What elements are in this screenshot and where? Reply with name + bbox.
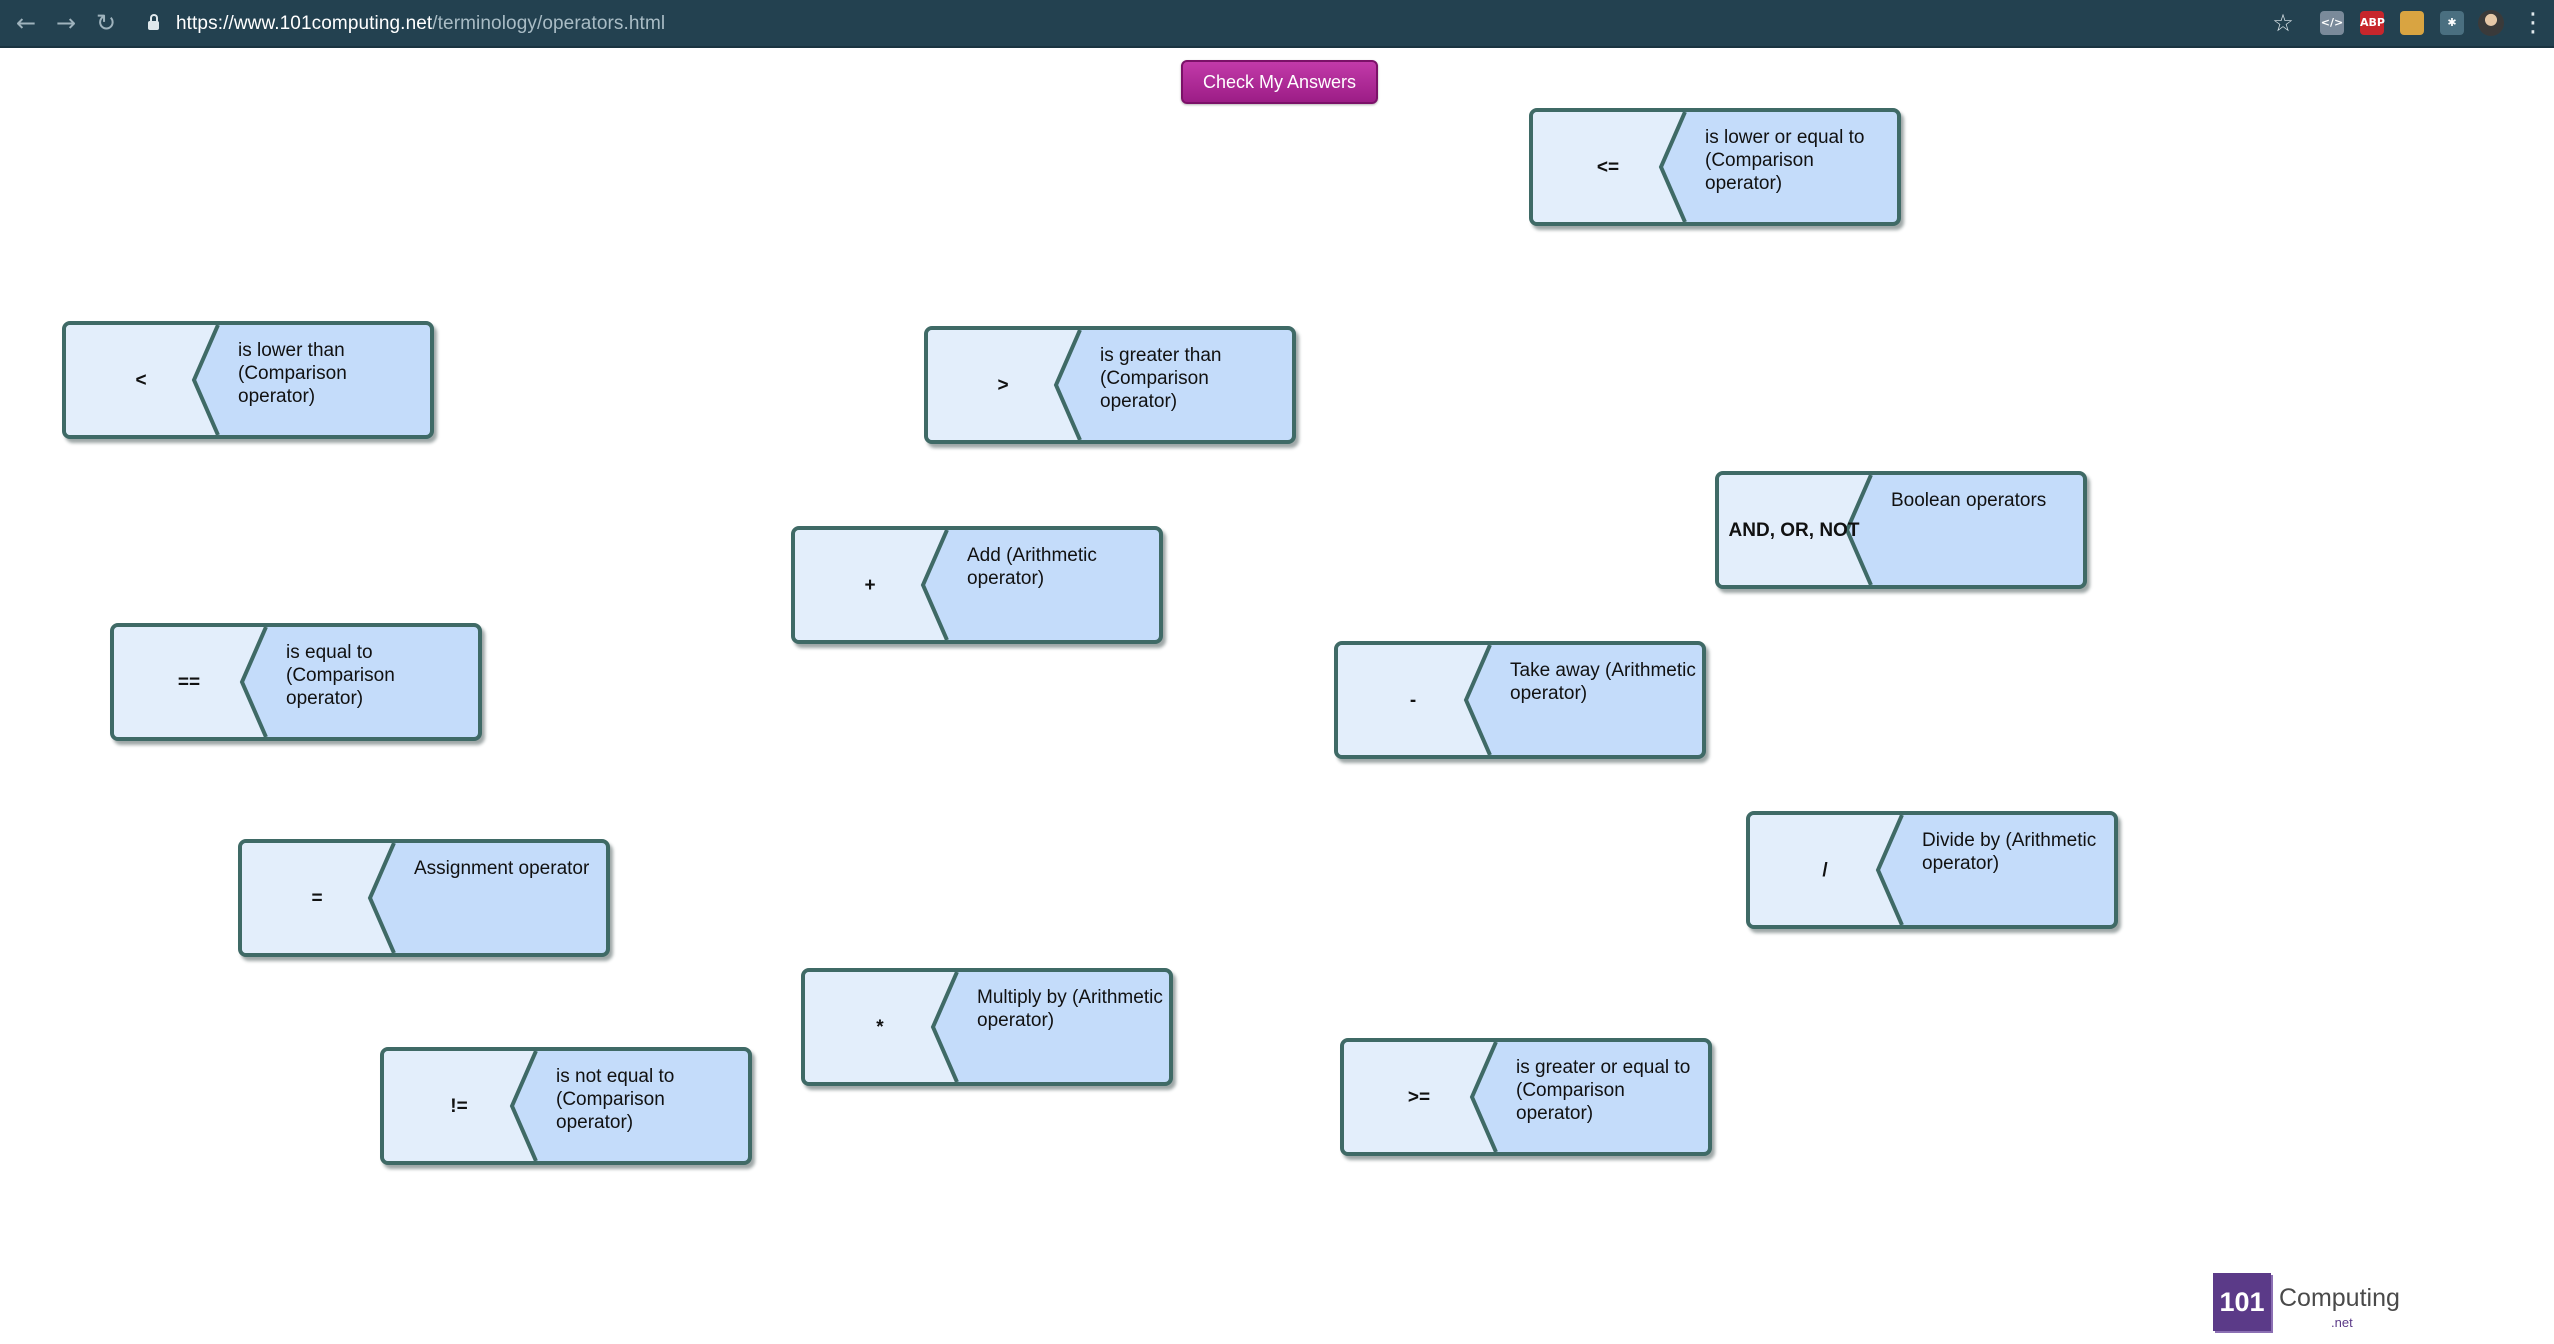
card-description: is greater or equal to (Comparison opera… [1516, 1057, 1691, 1124]
operator-card[interactable]: != is not equal to (Comparison operator) [380, 1047, 752, 1165]
kebab-menu-icon[interactable]: ⋮ [2520, 7, 2546, 39]
card-symbol: != [450, 1095, 468, 1117]
back-arrow-icon[interactable]: ← [10, 7, 42, 39]
card-description: is lower or equal to (Comparison operato… [1705, 127, 1865, 194]
card-symbol: <= [1596, 156, 1620, 178]
bookmark-star-icon[interactable]: ☆ [2268, 7, 2298, 39]
operator-card[interactable]: > is greater than (Comparison operator) [924, 326, 1296, 444]
operator-card[interactable]: AND, OR, NOT Boolean operators [1715, 471, 2087, 589]
logo-word: Computing [2279, 1284, 2400, 1312]
card-symbol: > [997, 374, 1009, 396]
operator-card[interactable]: <= is lower or equal to (Comparison oper… [1529, 108, 1901, 226]
card-symbol: + [864, 574, 876, 596]
card-description: Divide by (Arithmetic operator) [1922, 830, 2097, 874]
operator-card[interactable]: == is equal to (Comparison operator) [110, 623, 482, 741]
card-symbol: AND, OR, NOT [1728, 519, 1860, 541]
card-description: Assignment operator [414, 858, 590, 879]
card-symbol: < [135, 369, 147, 391]
operator-card[interactable]: < is lower than (Comparison operator) [62, 321, 434, 439]
operator-card[interactable]: / Divide by (Arithmetic operator) [1746, 811, 2118, 929]
extension-3-icon[interactable] [2400, 11, 2424, 35]
operator-card[interactable]: * Multiply by (Arithmetic operator) [801, 968, 1173, 1086]
card-description: Take away (Arithmetic operator) [1510, 660, 1696, 704]
operator-card[interactable]: >= is greater or equal to (Comparison op… [1340, 1038, 1712, 1156]
code-extension-icon[interactable]: </> [2320, 11, 2344, 35]
forward-arrow-icon[interactable]: → [50, 7, 82, 39]
card-symbol: = [311, 887, 323, 909]
card-description: is greater than (Comparison operator) [1100, 345, 1222, 412]
url-text[interactable]: https://www.101computing.net/terminology… [176, 13, 665, 35]
operator-card[interactable]: - Take away (Arithmetic operator) [1334, 641, 1706, 759]
lock-icon[interactable] [148, 14, 159, 30]
card-description: Multiply by (Arithmetic operator) [977, 987, 1163, 1031]
url-host: https://www.101computing.net [176, 13, 433, 34]
card-description: is equal to (Comparison operator) [286, 642, 395, 709]
url-path: /terminology/operators.html [432, 13, 666, 34]
card-description: Add (Arithmetic operator) [967, 545, 1097, 589]
operator-card[interactable]: + Add (Arithmetic operator) [791, 526, 1163, 644]
card-description: is not equal to (Comparison operator) [556, 1066, 675, 1133]
card-description: is lower than (Comparison operator) [238, 340, 347, 407]
card-symbol: == [177, 671, 201, 693]
card-symbol: - [1409, 689, 1417, 711]
card-symbol: * [876, 1016, 884, 1038]
puzzle-icon[interactable]: ✱ [2440, 11, 2464, 35]
operator-card[interactable]: = Assignment operator [238, 839, 610, 957]
card-description: Boolean operators [1891, 490, 2047, 511]
logo-suffix: .net [2331, 1315, 2353, 1330]
adblock-icon[interactable]: ABP [2360, 11, 2385, 35]
profile-avatar[interactable] [2478, 10, 2504, 36]
address-bar[interactable]: https://www.101computing.net/terminology… [138, 4, 2288, 42]
card-symbol: >= [1407, 1086, 1431, 1108]
check-answers-button[interactable]: Check My Answers [1181, 60, 1378, 104]
logo-number: 101 [2213, 1273, 2271, 1331]
card-symbol: / [1822, 859, 1828, 881]
browser-toolbar: ← → ↻ https://www.101computing.net/termi… [0, 0, 2554, 48]
101computing-logo[interactable]: 101 Computing .net [2213, 1273, 2413, 1337]
reload-icon[interactable]: ↻ [90, 7, 122, 39]
